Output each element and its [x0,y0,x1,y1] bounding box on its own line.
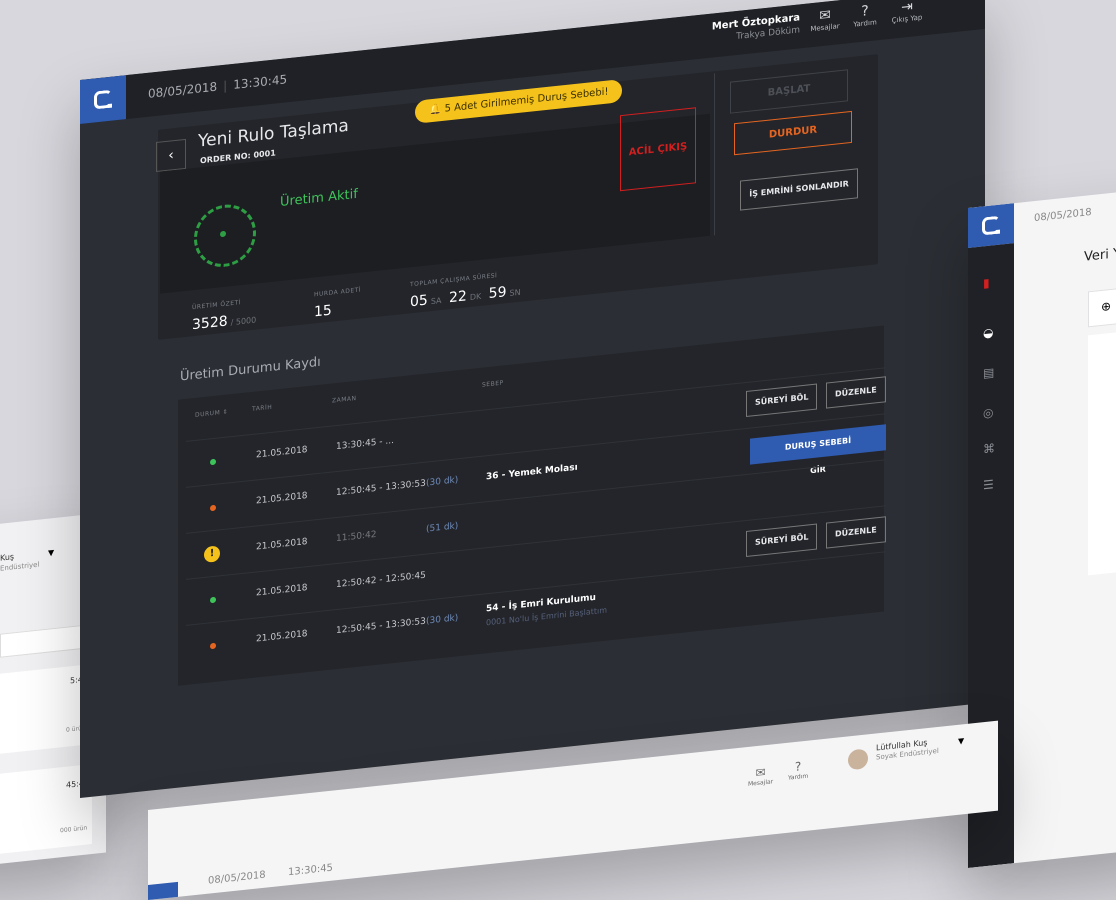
log-title: Üretim Durumu Kaydı [180,354,321,385]
app-logo[interactable] [80,75,126,124]
row-duration: (51 dk) [426,521,459,535]
left-user-company: Endüstriyel [0,560,40,573]
chevron-down-icon[interactable]: ▼ [958,736,964,746]
avatar[interactable] [848,748,868,771]
bin-icon[interactable]: ▮ [983,276,990,291]
messages-button[interactable]: ✉ Mesajlar [803,5,847,34]
warning-icon: ! [204,545,220,563]
datetime: 08/05/2018 | 13:30:45 [148,72,288,101]
logo-icon [94,89,112,110]
current-date: 08/05/2018 [148,79,218,101]
list-icon[interactable]: ☰ [983,477,994,492]
row-time: 12:50:45 - 13:30:53 [336,616,426,637]
plus-icon: ⊕ [1101,298,1112,315]
row-duration: (30 dk) [426,613,459,627]
prod-total: / 5000 [230,315,257,328]
chevron-down-icon[interactable]: ▼ [48,548,54,558]
printer-icon[interactable]: ▤ [983,365,994,380]
bottom-date: 08/05/2018 [208,869,266,887]
right-card [1088,324,1116,576]
hours-value: 05 [410,292,428,311]
left-card: 5:42 0 ürün [0,664,92,754]
bottom-time: 13:30:45 [288,862,333,879]
row-duration: (30 dk) [426,475,459,489]
minutes-unit: DK [469,291,482,303]
left-select[interactable] [0,625,82,658]
right-title: Veri Y [1084,245,1116,265]
logo-icon [982,215,1000,236]
add-button[interactable]: ⊕ [1088,280,1116,328]
seconds-value: 59 [488,284,507,303]
split-duration-button[interactable]: SÜREYİ BÖL [746,523,818,558]
left-card: 45:42 000 ürün [0,764,92,854]
row-date: 21.05.2018 [256,583,308,599]
chevron-left-icon: ‹ [168,147,174,164]
minutes-value: 22 [448,288,467,307]
row-time: 11:50:42 [336,529,377,545]
status-dot [210,458,216,466]
back-button[interactable]: ‹ [156,138,186,173]
bell-icon: 🔔 [429,103,445,117]
edit-button[interactable]: DÜZENLE [826,516,886,549]
left-card-count: 000 ürün [60,824,88,835]
logout-button[interactable]: ⇥ Çıkış Yap [885,0,929,25]
network-icon[interactable]: ⌘ [983,441,995,456]
messages-button[interactable]: ✉ Mesajlar [748,764,773,788]
divider [714,73,715,236]
app-logo[interactable] [148,881,178,900]
row-time: 13:30:45 - ... [336,435,394,453]
left-user-name: Kuş [0,552,15,563]
target-icon[interactable]: ◎ [983,405,993,420]
row-date: 21.05.2018 [256,445,308,461]
seconds-unit: SN [509,287,521,298]
row-reason: 36 - Yemek Molası [486,462,578,483]
main-screen: 08/05/2018 | 13:30:45 Mert Öztopkara Traky… [80,0,985,798]
user-info[interactable]: Mert Öztopkara Trakya Döküm [712,12,800,44]
hours-unit: SA [430,296,442,307]
status-dot [210,504,216,512]
row-date: 21.05.2018 [256,491,308,507]
scrap-summary: HURDA ADETİ 15 [314,286,361,320]
edit-button[interactable]: DÜZENLE [826,376,886,409]
current-time: 13:30:45 [233,72,288,92]
app-logo[interactable] [968,203,1014,248]
row-date: 21.05.2018 [256,537,308,553]
help-button[interactable]: ? Yardım [843,1,887,30]
help-button[interactable]: ? Yardım [788,759,808,781]
right-date: 08/05/2018 [1034,207,1092,225]
row-time: 12:50:45 - 13:30:53 [336,478,426,499]
status-dot [210,596,216,604]
split-duration-button[interactable]: SÜREYİ BÖL [746,383,818,418]
status-dot [210,642,216,650]
gauge-icon[interactable]: ◒ [983,325,993,340]
row-date: 21.05.2018 [256,629,308,645]
row-time: 12:50:42 - 12:50:45 [336,570,426,591]
enter-reason-button[interactable]: DURUŞ SEBEBİ GİR [750,424,886,475]
emergency-exit-button[interactable]: ACİL ÇIKIŞ [620,107,696,192]
